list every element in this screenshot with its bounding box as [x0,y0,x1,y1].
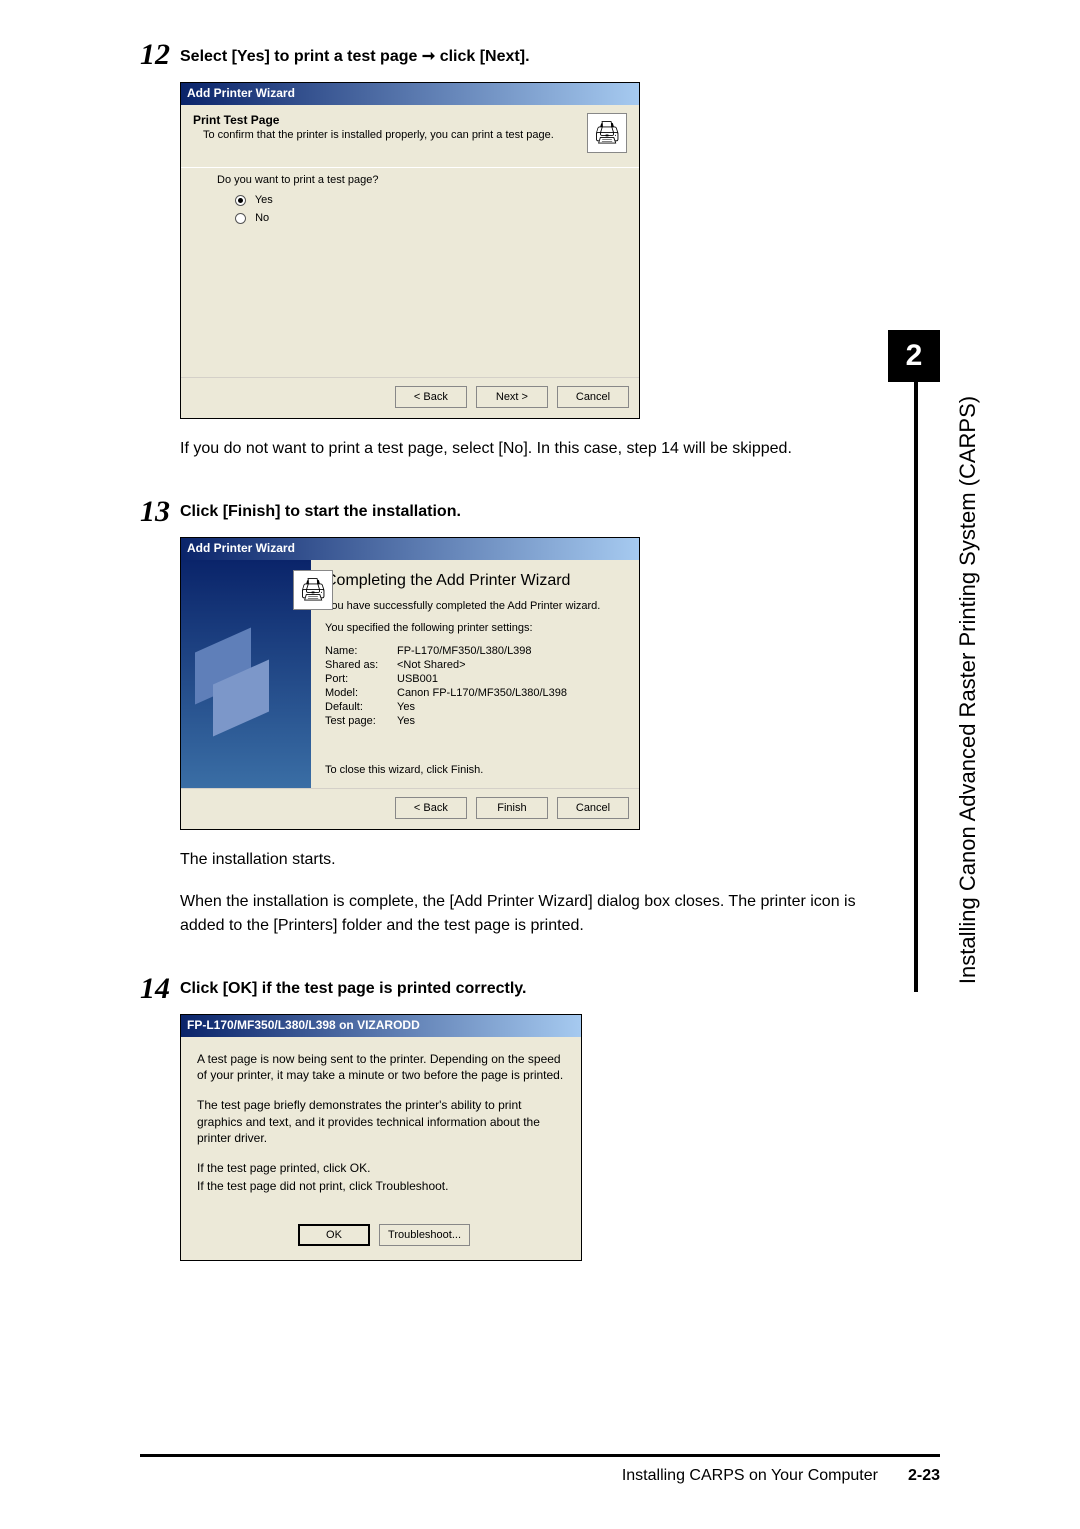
dialog-header-subtitle: To confirm that the printer is installed… [193,127,587,141]
step-title: Select [Yes] to print a test page ➞ clic… [180,46,880,66]
back-button[interactable]: < Back [395,797,467,819]
dialog-titlebar: Add Printer Wizard [181,83,639,105]
add-printer-wizard-dialog-finish: Add Printer Wizard 🖨 Completing the Add … [180,537,640,830]
step-number: 14 [140,974,180,1261]
row-key: Name: [325,644,397,658]
troubleshoot-button[interactable]: Troubleshoot... [379,1224,470,1246]
page-footer: Installing CARPS on Your Computer 2-23 [140,1454,940,1485]
chapter-tab: 2 [888,330,940,382]
step-note: If you do not want to print a test page,… [180,437,880,461]
row-value: USB001 [397,672,571,686]
printer-settings-table: Name:FP-L170/MF350/L380/L398 Shared as:<… [325,644,571,728]
ok-button[interactable]: OK [298,1224,370,1246]
step-number: 12 [140,40,180,467]
row-value: FP-L170/MF350/L380/L398 [397,644,571,658]
step-number: 13 [140,497,180,944]
chapter-divider [914,382,918,992]
dialog-paragraph: If the test page did not print, click Tr… [197,1178,565,1194]
cancel-button[interactable]: Cancel [557,386,629,408]
step-12: 12 Select [Yes] to print a test page ➞ c… [140,40,880,467]
printer-icon: 🖨 [587,113,627,153]
chapter-title-text: Installing Canon Advanced Raster Printin… [955,396,981,984]
row-value: Canon FP-L170/MF350/L380/L398 [397,686,571,700]
add-printer-wizard-dialog-testpage: Add Printer Wizard Print Test Page To co… [180,82,640,419]
step-title: Click [Finish] to start the installation… [180,503,880,521]
step-title: Click [OK] if the test page is printed c… [180,980,880,998]
step-note: When the installation is complete, the [… [180,890,880,938]
footer-page-number: 2-23 [908,1467,940,1485]
step-note: The installation starts. [180,848,880,872]
row-key: Shared as: [325,658,397,672]
cancel-button[interactable]: Cancel [557,797,629,819]
row-key: Default: [325,700,397,714]
dialog-side-art: 🖨 [181,560,311,788]
step-14: 14 Click [OK] if the test page is printe… [140,974,880,1261]
dialog-question: Do you want to print a test page? [217,174,609,186]
dialog-paragraph: If the test page printed, click OK. [197,1160,565,1176]
dialog-close-note: To close this wizard, click Finish. [325,764,625,776]
test-page-sent-dialog: FP-L170/MF350/L380/L398 on VIZARODD A te… [180,1014,582,1261]
radio-no[interactable]: No [235,212,609,224]
step-13: 13 Click [Finish] to start the installat… [140,497,880,944]
row-key: Model: [325,686,397,700]
back-button[interactable]: < Back [395,386,467,408]
radio-yes[interactable]: Yes [235,194,609,206]
dialog-paragraph: A test page is now being sent to the pri… [197,1051,565,1083]
dialog-titlebar: Add Printer Wizard [181,538,639,560]
radio-yes-label: Yes [255,194,273,206]
dialog-text: You specified the following printer sett… [325,622,625,634]
radio-icon [235,195,246,206]
dialog-header-title: Print Test Page [193,113,587,127]
footer-section: Installing CARPS on Your Computer [622,1467,878,1485]
finish-button[interactable]: Finish [476,797,548,819]
dialog-heading: Completing the Add Printer Wizard [325,572,625,590]
dialog-titlebar: FP-L170/MF350/L380/L398 on VIZARODD [181,1015,581,1037]
row-value: <Not Shared> [397,658,571,672]
row-key: Test page: [325,714,397,728]
chapter-title-vertical: Installing Canon Advanced Raster Printin… [956,390,980,990]
row-key: Port: [325,672,397,686]
printer-icon: 🖨 [293,570,333,610]
dialog-text: You have successfully completed the Add … [325,600,625,612]
next-button[interactable]: Next > [476,386,548,408]
row-value: Yes [397,714,571,728]
radio-no-label: No [255,212,269,224]
radio-icon [235,213,246,224]
row-value: Yes [397,700,571,714]
dialog-paragraph: The test page briefly demonstrates the p… [197,1097,565,1146]
